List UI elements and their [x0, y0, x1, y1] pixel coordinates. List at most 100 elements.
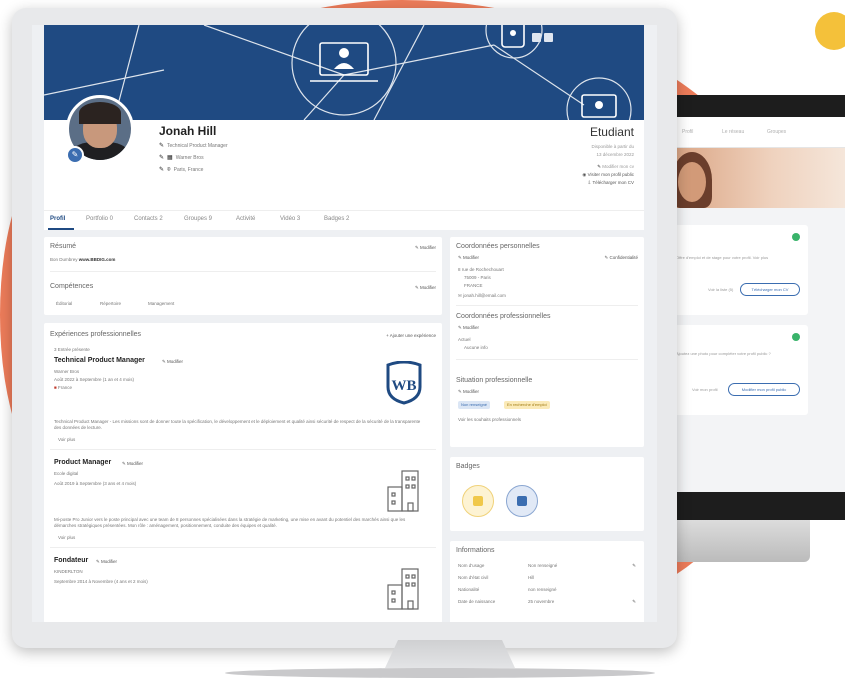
situation-edit-button[interactable]: ✎ Modifier — [458, 389, 479, 395]
see-more-link[interactable]: Voir plus — [58, 535, 75, 540]
badges-title: Badges — [456, 463, 480, 470]
profile-location: Paris, France — [173, 167, 204, 173]
warner-bros-logo: WB — [386, 361, 422, 405]
job-description: Technical Product Manager - Les missions… — [54, 419, 421, 430]
tab-groupes[interactable]: Groupes 9 — [184, 216, 212, 222]
experience-count: 3 Entrée présente — [54, 347, 90, 352]
back-card-offers: Offre d'emploi et de stage pour votre pr… — [670, 225, 808, 315]
email-value: jonah.hill@email.com — [463, 293, 506, 298]
profile-company-line: ✎ ▦ Warner Bros — [159, 154, 204, 161]
badge-item[interactable] — [506, 485, 538, 517]
back-card-text: Ajoutez une photo pour compléter votre p… — [676, 351, 771, 356]
summary-text: Bon Dumbrey www.BBDIG.com — [50, 257, 115, 262]
tab-activite[interactable]: Activité — [236, 216, 255, 222]
job-edit-button[interactable]: ✎ Modifier — [122, 461, 143, 467]
email-line: ✉ jonah.hill@email.com — [458, 293, 506, 299]
situation-tag: Non renseigné — [458, 401, 491, 409]
job-title: Product Manager — [54, 459, 112, 466]
download-cv-link[interactable]: ⇩ Télécharger mon CV — [588, 180, 634, 186]
confidentiality-label: Confidentialité — [609, 255, 638, 260]
experience-card: Expériences professionnelles + Ajouter u… — [44, 323, 442, 622]
status-dot-icon — [792, 333, 800, 341]
download-cv-button[interactable]: Télécharger mon CV — [740, 283, 800, 296]
monitor-stand-foot — [225, 668, 655, 678]
summary-text-link[interactable]: www.BBDIG.com — [79, 257, 116, 262]
back-card-text: Offre d'emploi et de stage pour votre pr… — [676, 255, 769, 260]
experience-title: Expériences professionnelles — [50, 331, 142, 338]
informations-title: Informations — [456, 547, 495, 554]
front-screen: ✎ Jonah Hill ✎ Technical Product Manager … — [32, 25, 657, 622]
summary-edit-button[interactable]: ✎ Modifier — [415, 245, 436, 251]
tab-portfolio[interactable]: Portfolio 0 — [86, 216, 113, 222]
back-nav: Profil Le réseau Groupes — [662, 117, 845, 148]
building-icon — [387, 470, 419, 512]
skills-edit-button[interactable]: ✎ Modifier — [415, 285, 436, 291]
tab-contacts[interactable]: Contacts 2 — [134, 216, 163, 222]
back-screen: Profil Le réseau Groupes Offre d'emploi … — [662, 117, 845, 492]
availability-label: Disponible à partir du — [591, 144, 634, 149]
tab-profil[interactable]: Profil — [50, 216, 65, 222]
professional-wishes-link[interactable]: Voir les souhaits professionnels — [458, 417, 521, 422]
skill-item: Éditorial — [56, 301, 73, 306]
info-value: non renseigné — [528, 587, 557, 592]
building-icon — [387, 568, 419, 610]
job-location-label: France — [57, 385, 72, 390]
pencil-icon[interactable]: ✎ — [159, 167, 164, 173]
tab-video[interactable]: Vidéo 3 — [280, 216, 300, 222]
divider — [456, 305, 638, 306]
view-public-label: Visiter mon profil public — [587, 172, 634, 177]
tab-badges[interactable]: Badges 2 — [324, 216, 349, 222]
see-more-link[interactable]: Voir plus — [58, 437, 75, 442]
info-value: Hill — [528, 575, 535, 580]
pencil-icon[interactable]: ✎ — [632, 599, 636, 605]
edit-label: Modifier — [167, 359, 184, 364]
skill-item: Répertoire — [100, 301, 122, 306]
professional-edit-button[interactable]: ✎ Modifier — [458, 325, 479, 331]
info-label: Date de naissance — [458, 599, 496, 604]
pencil-icon[interactable]: ✎ — [632, 563, 636, 569]
summary-text-prefix: Bon Dumbrey — [50, 257, 78, 262]
back-nav-item[interactable]: Profil — [682, 129, 693, 135]
profile-tabs: Profil Portfolio 0 Contacts 2 Groupes 9 … — [44, 210, 644, 231]
job-dates: Août 2022 à Septembre (1 an et 4 mois) — [54, 377, 135, 382]
profile-title: Technical Product Manager — [167, 143, 228, 149]
informations-card: Informations Nom d'usage Non renseigné ✎… — [450, 541, 644, 622]
back-card-meta[interactable]: Voir mon profil — [692, 387, 718, 392]
job-company: KINDERLTON — [54, 569, 83, 574]
info-value: Non renseigné — [528, 563, 558, 568]
badge-item[interactable] — [462, 485, 494, 517]
svg-text:WB: WB — [391, 378, 416, 394]
add-experience-button[interactable]: + Ajouter une expérience — [386, 333, 436, 338]
back-nav-item[interactable]: Groupes — [767, 129, 786, 135]
avatar-hair — [79, 102, 121, 124]
pencil-icon[interactable]: ✎ — [159, 143, 164, 149]
divider — [50, 547, 436, 548]
view-public-profile-link[interactable]: ◉ Visiter mon profil public — [582, 172, 634, 178]
info-label: Nom d'état civil — [458, 575, 489, 580]
job-location: ■ France — [54, 385, 72, 390]
confidentiality-button[interactable]: ✎ Confidentialité — [604, 255, 638, 261]
pencil-icon[interactable]: ✎ — [159, 155, 164, 161]
edit-label: Modifier — [127, 461, 144, 466]
edit-label: Modifier — [463, 389, 480, 394]
professional-line: Aucune info — [464, 345, 488, 350]
back-nav-item[interactable]: Le réseau — [722, 129, 744, 135]
badge-icon — [517, 496, 527, 506]
job-edit-button[interactable]: ✎ Modifier — [162, 359, 183, 365]
job-edit-button[interactable]: ✎ Modifier — [96, 559, 117, 565]
availability-date: 13 décembre 2022 — [596, 152, 634, 157]
job-title: Fondateur — [54, 557, 89, 564]
edit-label: Modifier — [419, 285, 436, 290]
edit-visibility-link[interactable]: ✎ Modifier mon cv — [597, 164, 634, 170]
back-card-meta[interactable]: Voir la liste (5) — [708, 287, 733, 292]
profile-company: Warner Bros — [175, 155, 204, 161]
personal-edit-button[interactable]: ✎ Modifier — [458, 255, 479, 261]
edit-avatar-icon[interactable]: ✎ — [66, 146, 84, 164]
profile-title-line: ✎ Technical Product Manager — [159, 142, 228, 149]
edit-label: Modifier — [463, 325, 480, 330]
edit-visibility-label: Modifier mon cv — [602, 164, 634, 169]
edit-public-profile-button[interactable]: Modifier mon profil public — [728, 383, 800, 396]
badge-icon — [473, 496, 483, 506]
job-dates: Août 2019 à Septembre (3 ans et 4 mois) — [54, 481, 137, 486]
situation-tag: En recherche d'emploi — [504, 401, 550, 409]
